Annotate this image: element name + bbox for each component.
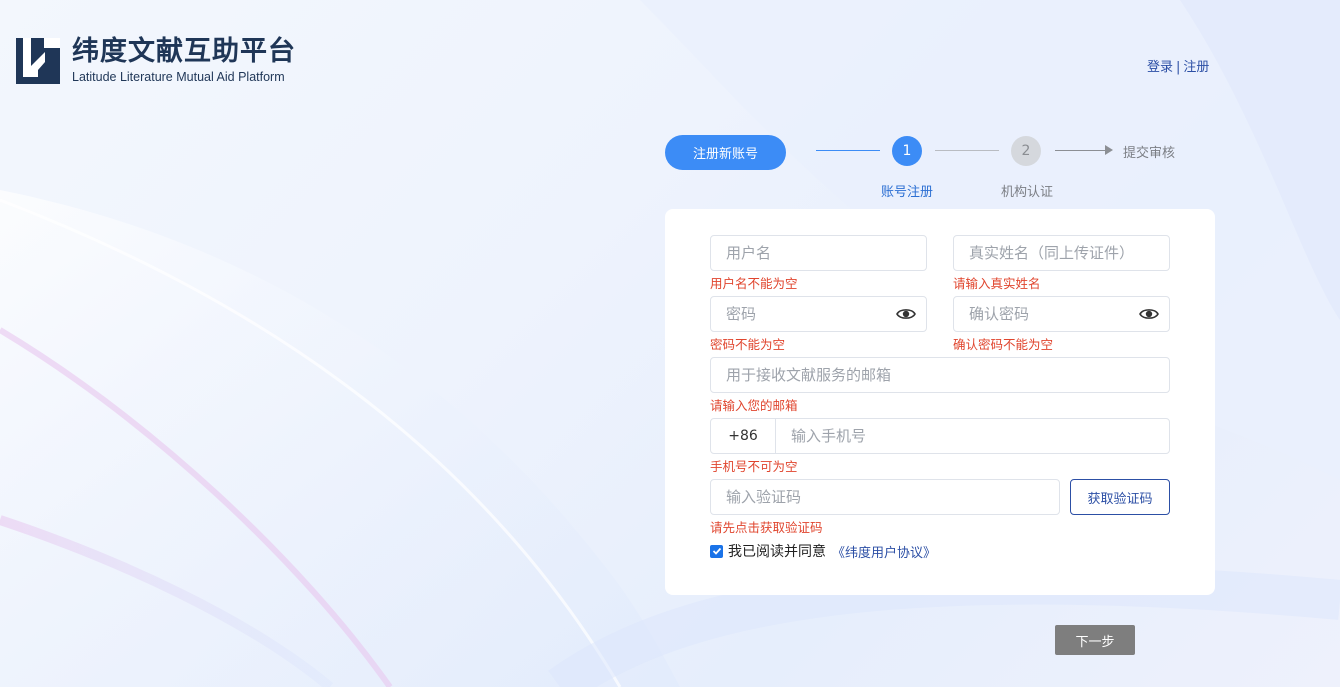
email-input[interactable] bbox=[711, 358, 1169, 392]
agreement-checkbox[interactable] bbox=[710, 544, 723, 558]
user-agreement-link[interactable]: 《纬度用户协议》 bbox=[832, 542, 936, 561]
eye-icon[interactable] bbox=[896, 306, 916, 322]
country-code-prefix: +86 bbox=[711, 419, 776, 453]
confirm-password-field[interactable] bbox=[953, 296, 1170, 332]
step-1-indicator: 1 bbox=[892, 136, 922, 166]
next-step-button[interactable]: 下一步 bbox=[1055, 625, 1135, 655]
step-2-indicator: 2 bbox=[1011, 136, 1041, 166]
password-field[interactable] bbox=[710, 296, 927, 332]
verification-code-input[interactable] bbox=[711, 480, 1059, 514]
step-final-label: 提交审核 bbox=[1123, 146, 1176, 161]
agreement-text: 我已阅读并同意 bbox=[728, 544, 826, 560]
username-field[interactable] bbox=[710, 235, 927, 271]
step-connector bbox=[816, 150, 880, 151]
phone-input[interactable] bbox=[776, 419, 1169, 453]
step-1-label: 账号注册 bbox=[881, 185, 934, 200]
auth-links: 登录 | 注册 bbox=[1147, 56, 1209, 75]
password-input[interactable] bbox=[711, 297, 926, 331]
confirm-password-input[interactable] bbox=[954, 297, 1169, 331]
verification-code-error: 请先点击获取验证码 bbox=[710, 520, 823, 535]
link-separator: | bbox=[1176, 60, 1181, 75]
username-input[interactable] bbox=[711, 236, 926, 270]
password-error: 密码不能为空 bbox=[710, 337, 786, 352]
step-connector bbox=[935, 150, 999, 151]
confirm-password-error: 确认密码不能为空 bbox=[953, 337, 1054, 352]
arrow-right-icon bbox=[1105, 145, 1113, 155]
login-link[interactable]: 登录 bbox=[1147, 60, 1173, 75]
realname-input[interactable] bbox=[954, 236, 1169, 270]
checkmark-icon bbox=[712, 547, 721, 555]
step-2-label: 机构认证 bbox=[1001, 185, 1054, 200]
registration-steps: 注册新账号 1 2 提交审核 账号注册 机构认证 bbox=[665, 134, 1225, 204]
get-verification-code-button[interactable]: 获取验证码 bbox=[1070, 479, 1170, 515]
brand-logo-icon bbox=[16, 38, 60, 84]
verification-code-field[interactable] bbox=[710, 479, 1060, 515]
email-error: 请输入您的邮箱 bbox=[710, 398, 798, 413]
brand-name-en: Latitude Literature Mutual Aid Platform bbox=[72, 70, 285, 84]
phone-field[interactable]: +86 bbox=[710, 418, 1170, 454]
registration-form-card: 用户名不能为空 请输入真实姓名 密码不能为空 确认密码不能为空 请输入您的邮箱 … bbox=[665, 209, 1215, 595]
brand-logo: 纬度文献互助平台 Latitude Literature Mutual Aid … bbox=[16, 37, 296, 85]
register-link[interactable]: 注册 bbox=[1183, 60, 1209, 75]
realname-error: 请输入真实姓名 bbox=[953, 276, 1041, 291]
realname-field[interactable] bbox=[953, 235, 1170, 271]
brand-name-cn: 纬度文献互助平台 bbox=[72, 36, 296, 67]
phone-error: 手机号不可为空 bbox=[710, 459, 798, 474]
email-field[interactable] bbox=[710, 357, 1170, 393]
step-connector bbox=[1055, 150, 1107, 151]
username-error: 用户名不能为空 bbox=[710, 276, 798, 291]
register-new-account-pill: 注册新账号 bbox=[665, 135, 786, 170]
eye-icon[interactable] bbox=[1139, 306, 1159, 322]
agreement-row: 我已阅读并同意 《纬度用户协议》 bbox=[710, 541, 936, 561]
